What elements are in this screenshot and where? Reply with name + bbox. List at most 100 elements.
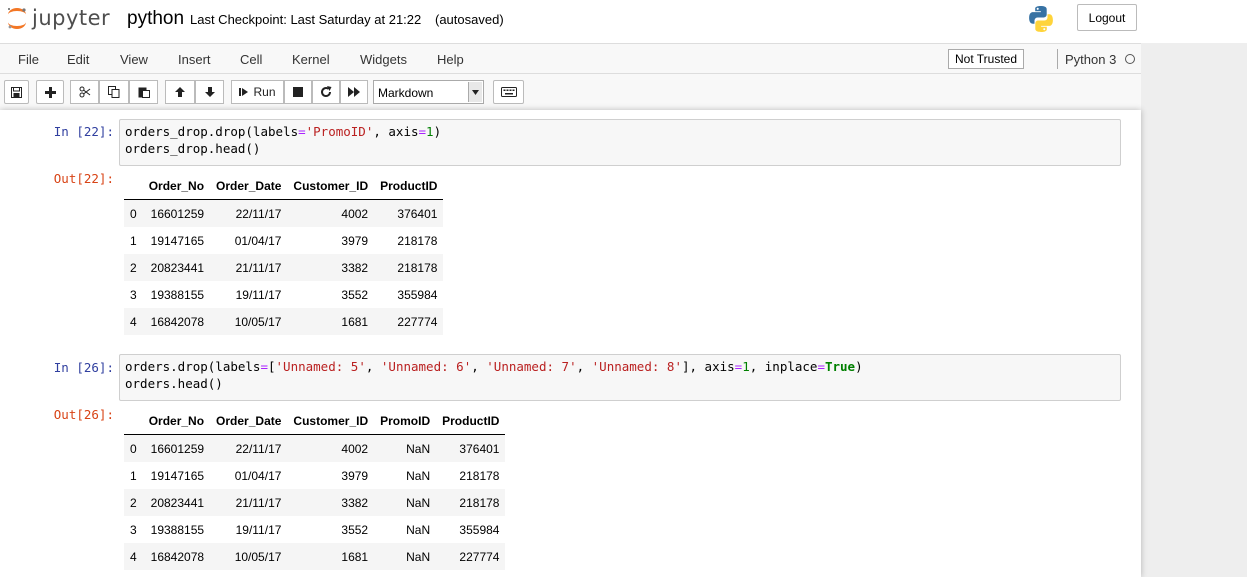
table-cell: 01/04/17 bbox=[234, 233, 282, 248]
arrow-up-icon bbox=[175, 87, 185, 97]
jupyter-logo[interactable]: jupyter bbox=[6, 5, 110, 31]
keyboard-icon bbox=[500, 87, 517, 97]
checkpoint-status: Last Checkpoint: Last Saturday at 21:22 bbox=[190, 12, 422, 27]
table-row: 0 16601259 22/11/17 4002 376401 bbox=[124, 199, 444, 227]
menu-file[interactable]: File bbox=[18, 52, 39, 67]
menu-cell[interactable]: Cell bbox=[240, 52, 262, 67]
table-header-row: Order_No Order_Date Customer_ID ProductI… bbox=[124, 172, 444, 200]
code-editor[interactable]: orders_drop.drop(labels='PromoID', axis=… bbox=[119, 119, 1121, 166]
table-cell: 376401 bbox=[459, 441, 500, 456]
logout-button[interactable]: Logout bbox=[1077, 4, 1137, 31]
menu-kernel[interactable]: Kernel bbox=[292, 52, 330, 67]
table-cell: 16842078 bbox=[150, 549, 205, 564]
table-cell: 376401 bbox=[397, 206, 438, 221]
menu-insert[interactable]: Insert bbox=[178, 52, 211, 67]
kernel-idle-icon bbox=[1125, 54, 1135, 64]
menu-edit[interactable]: Edit bbox=[67, 52, 89, 67]
table-cell: 227774 bbox=[397, 314, 438, 329]
table-cell: 20823441 bbox=[150, 260, 205, 275]
table-cell: 218178 bbox=[397, 233, 438, 248]
run-button[interactable]: Run bbox=[231, 80, 284, 104]
table-cell: 19147165 bbox=[150, 468, 205, 483]
table-cell: 218178 bbox=[397, 260, 438, 275]
table-cell: 16842078 bbox=[150, 314, 205, 329]
table-row: 3 19388155 19/11/17 3552 NaN 355984 bbox=[124, 516, 505, 543]
table-cell: 19388155 bbox=[150, 522, 205, 537]
table-cell: 19388155 bbox=[150, 287, 205, 302]
table-cell: 16601259 bbox=[150, 441, 205, 456]
table-row: 1 19147165 01/04/17 3979 NaN 218178 bbox=[124, 462, 505, 489]
copy-icon bbox=[108, 86, 120, 98]
code-line: orders.head() bbox=[125, 375, 223, 391]
table-cell: 3979 bbox=[341, 468, 369, 483]
insert-cell-button[interactable] bbox=[36, 80, 64, 104]
table-cell: 20823441 bbox=[150, 495, 205, 510]
row-index: 0 bbox=[130, 206, 137, 221]
table-cell: 19/11/17 bbox=[235, 287, 282, 302]
plus-icon bbox=[44, 86, 56, 98]
code-line: orders_drop.head() bbox=[125, 140, 261, 156]
table-row: 4 16842078 10/05/17 1681 227774 bbox=[124, 308, 444, 335]
dataframe-table: Order_No Order_Date Customer_ID PromoID … bbox=[124, 407, 506, 570]
table-header-row: Order_No Order_Date Customer_ID PromoID … bbox=[124, 407, 506, 435]
menu-bar: File Edit View Insert Cell Kernel Widget… bbox=[0, 43, 1141, 74]
save-button[interactable] bbox=[4, 80, 29, 104]
interrupt-button[interactable] bbox=[284, 80, 312, 104]
table-cell: 21/11/17 bbox=[235, 495, 282, 510]
table-cell: NaN bbox=[406, 441, 431, 456]
code-line: orders_drop.drop(labels='PromoID', axis=… bbox=[125, 124, 442, 139]
notebook-container: In [22]: orders_drop.drop(labels='PromoI… bbox=[0, 110, 1141, 577]
menu-view[interactable]: View bbox=[120, 52, 148, 67]
code-editor[interactable]: orders.drop(labels=['Unnamed: 5', 'Unnam… bbox=[119, 354, 1121, 401]
chevron-down-icon bbox=[468, 82, 482, 102]
stop-icon bbox=[293, 87, 303, 97]
column-header: ProductID bbox=[436, 407, 506, 435]
table-cell: 21/11/17 bbox=[235, 260, 282, 275]
column-header: ProductID bbox=[374, 172, 444, 200]
restart-button[interactable] bbox=[312, 80, 340, 104]
table-cell: 3552 bbox=[341, 522, 369, 537]
paste-button[interactable] bbox=[129, 80, 158, 104]
column-header: Customer_ID bbox=[287, 407, 375, 435]
row-index: 0 bbox=[130, 441, 137, 456]
table-cell: 227774 bbox=[459, 549, 500, 564]
table-cell: 22/11/17 bbox=[235, 206, 282, 221]
move-up-button[interactable] bbox=[165, 80, 195, 104]
table-row: 2 20823441 21/11/17 3382 NaN 218178 bbox=[124, 489, 506, 516]
copy-button[interactable] bbox=[99, 80, 129, 104]
table-row: 1 19147165 01/04/17 3979 218178 bbox=[124, 227, 443, 254]
row-index: 3 bbox=[130, 522, 137, 537]
row-index: 2 bbox=[130, 495, 137, 510]
table-cell: 16601259 bbox=[150, 206, 205, 221]
output-prompt: Out[22]: bbox=[53, 171, 114, 186]
menu-widgets[interactable]: Widgets bbox=[360, 52, 407, 67]
output-prompt: Out[26]: bbox=[53, 407, 114, 422]
python-logo-icon bbox=[1029, 6, 1053, 32]
notebook-name[interactable]: python bbox=[127, 8, 184, 30]
row-index: 1 bbox=[130, 468, 137, 483]
not-trusted-button[interactable]: Not Trusted bbox=[948, 49, 1025, 69]
table-cell: 3382 bbox=[341, 260, 369, 275]
table-cell: 3382 bbox=[341, 495, 369, 510]
table-cell: 4002 bbox=[341, 441, 369, 456]
kernel-name[interactable]: Python 3 bbox=[1065, 52, 1116, 67]
menu-help[interactable]: Help bbox=[437, 52, 464, 67]
table-cell: 1681 bbox=[341, 314, 369, 329]
table-cell: 1681 bbox=[341, 549, 369, 564]
table-cell: NaN bbox=[406, 495, 431, 510]
row-index: 4 bbox=[130, 549, 137, 564]
command-palette-button[interactable] bbox=[493, 80, 524, 104]
table-cell: 01/04/17 bbox=[234, 468, 282, 483]
table-cell: 218178 bbox=[459, 468, 500, 483]
table-cell: 218178 bbox=[459, 495, 500, 510]
table-row: 3 19388155 19/11/17 3552 355984 bbox=[124, 281, 443, 308]
row-index: 4 bbox=[130, 314, 137, 329]
column-header: Order_Date bbox=[210, 172, 288, 200]
run-label: Run bbox=[253, 85, 276, 99]
cut-button[interactable] bbox=[70, 80, 99, 104]
cell-type-select[interactable]: Markdown bbox=[373, 80, 484, 104]
restart-run-all-button[interactable] bbox=[340, 80, 368, 104]
move-down-button[interactable] bbox=[195, 80, 224, 104]
column-header: Order_Date bbox=[210, 407, 288, 435]
table-cell: 19/11/17 bbox=[235, 522, 282, 537]
